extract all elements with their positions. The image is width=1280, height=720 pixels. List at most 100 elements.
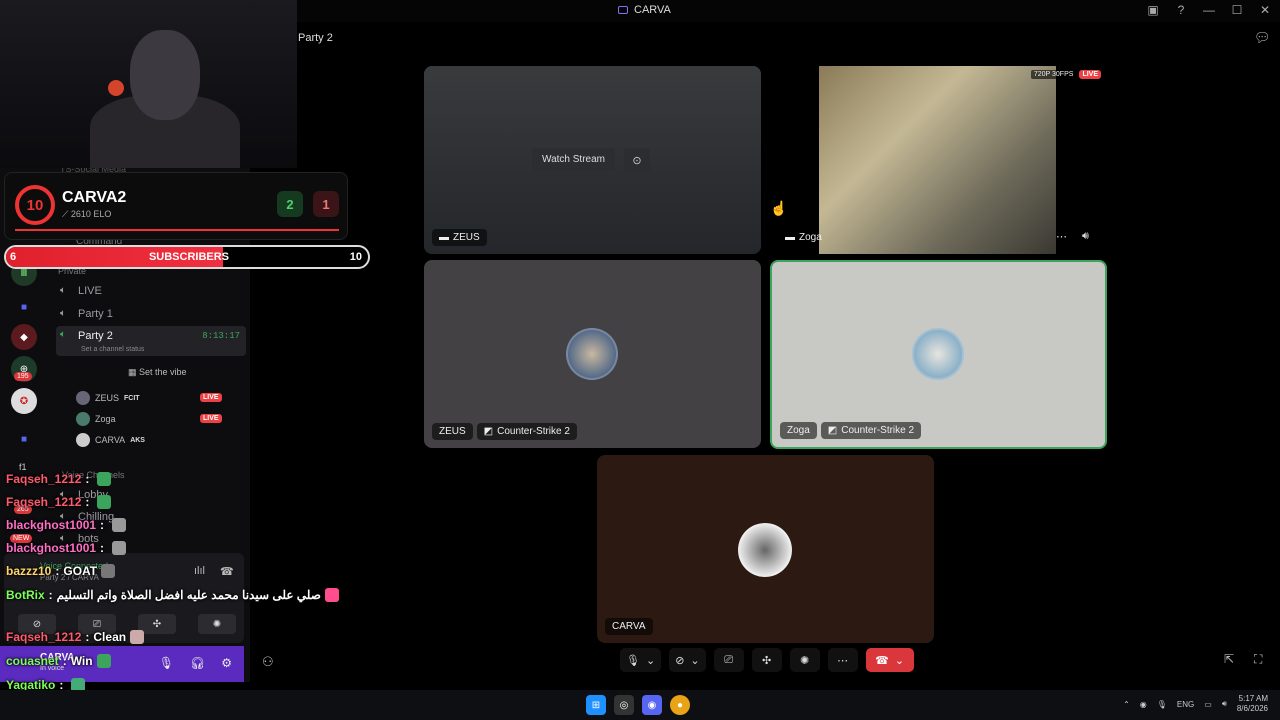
chrome-icon[interactable]: ●	[670, 695, 690, 715]
folder-icon[interactable]: ■	[11, 294, 37, 320]
taskbar-apps: ⊞ ◎ ◉ ●	[586, 695, 690, 715]
soundboard-icon: ✺	[800, 654, 810, 667]
activities-button[interactable]: ✣	[751, 648, 782, 672]
speaker-icon[interactable]: 🔊︎	[1222, 699, 1227, 709]
discord-logo-icon	[618, 6, 628, 14]
voice-member[interactable]: Zoga	[76, 410, 116, 428]
vibe-icon: ▦	[128, 367, 140, 377]
camera-tile-carva[interactable]: CARVA	[597, 455, 934, 643]
tile-label: ZEUS ◩ Counter-Strike 2	[432, 423, 577, 440]
volume-icon[interactable]: 🔊︎	[1082, 230, 1089, 243]
mute-button[interactable]: 🎙︎ ⌄	[620, 648, 662, 672]
chat-username[interactable]: blackghost1001	[6, 541, 96, 555]
chat-bubble-icon[interactable]: 💬︎	[1254, 30, 1271, 46]
add-friends-icon[interactable]: ⚇	[262, 654, 274, 670]
camera-tile-zeus[interactable]: ZEUS ◩ Counter-Strike 2	[424, 260, 761, 448]
emote-icon	[324, 588, 339, 602]
channel-live[interactable]: 🔈︎ LIVE	[56, 280, 246, 302]
participant-name: ZEUS	[432, 423, 473, 440]
chat-username[interactable]: couasnet	[6, 654, 59, 668]
soundboard-button[interactable]: ✺	[789, 648, 820, 672]
close-button[interactable]: ✕	[1258, 3, 1272, 17]
app-icon[interactable]: ◎	[614, 695, 634, 715]
chat-message: Faqseh_1212 :	[6, 495, 112, 509]
disconnect-icon[interactable]: ☎	[220, 565, 234, 578]
emote-icon	[97, 495, 112, 509]
watch-stream-button[interactable]: Watch Stream	[532, 148, 615, 171]
system-tray: ⌃ ◉ 🎙︎ ENG ▭ 🔊︎ 5:17 AM 8/6/2026	[1123, 694, 1268, 714]
chat-username[interactable]: BotRix	[6, 588, 45, 602]
stream-tile-zeus[interactable]: Watch Stream ⊙ ▬ ZEUS	[424, 66, 761, 254]
tile-label: Zoga ◩ Counter-Strike 2	[780, 422, 922, 439]
minimize-button[interactable]: —	[1202, 3, 1216, 17]
fullscreen-icon[interactable]: ⛶	[1254, 652, 1262, 667]
participant-name: ▬ ZEUS	[432, 229, 487, 246]
avatar	[566, 328, 618, 380]
share-screen-button[interactable]: ⎚	[713, 648, 744, 672]
folder-icon[interactable]: ■	[11, 426, 37, 452]
live-badge: LIVE	[200, 414, 222, 423]
faceit-name: CARVA2	[62, 189, 127, 206]
chat-username[interactable]: bazzz10	[6, 564, 51, 578]
chat-message: blackghost1001 :	[6, 541, 127, 555]
emote-icon	[97, 472, 112, 486]
set-vibe-button[interactable]: ▦ Set the vibe	[128, 367, 187, 378]
chat-username[interactable]: Faqseh_1212	[6, 495, 81, 509]
participant-name: ▬ Zoga	[778, 229, 829, 246]
signal-icon[interactable]: ılıl	[194, 565, 205, 577]
call-controls: 🎙︎ ⌄ ⊘ ⌄ ⎚ ✣ ✺ ⋯ ☎ ⌄	[620, 648, 914, 672]
avatar	[76, 412, 90, 426]
microphone-icon: 🎙︎	[626, 654, 640, 667]
participant-name-text: Zoga	[799, 232, 822, 243]
member-tag: FCIT	[124, 394, 140, 402]
settings-gear-icon[interactable]: ⚙	[221, 656, 232, 670]
maximize-button[interactable]: ☐	[1230, 3, 1244, 17]
participant-name: CARVA	[605, 618, 653, 635]
live-badge: LIVE	[1079, 70, 1101, 79]
server-icon[interactable]: ✪	[11, 388, 37, 414]
more-button[interactable]: ⋯	[827, 648, 858, 672]
windows-start-icon[interactable]: ⊞	[586, 695, 606, 715]
stream-resolution: 720P 30FPS	[1030, 70, 1077, 79]
watch-stream-icon[interactable]: ⊙	[624, 148, 650, 172]
chat-message: bazzz10 : GOAT	[6, 564, 116, 578]
voice-member[interactable]: ZEUS FCIT	[76, 389, 140, 407]
channel-party-2[interactable]: 🔈︎ Party 2 8:13:17 Set a channel status	[56, 326, 246, 356]
chat-username[interactable]: blackghost1001	[6, 518, 96, 532]
chat-username[interactable]: Faqseh_1212	[6, 472, 81, 486]
inbox-icon[interactable]: ▣	[1146, 3, 1160, 17]
game-name: Counter-Strike 2	[841, 425, 915, 436]
speaker-icon: 🔈︎	[60, 285, 66, 296]
participant-name: Zoga	[780, 422, 817, 439]
microphone-icon[interactable]: 🎙︎	[159, 656, 174, 670]
camera-tile-zoga[interactable]: Zoga ◩ Counter-Strike 2	[770, 260, 1107, 449]
chevron-up-icon[interactable]: ⌃	[1123, 700, 1130, 709]
tray-app-icon[interactable]: ◉	[1140, 700, 1147, 709]
channel-status[interactable]: Set a channel status	[81, 346, 144, 353]
chat-separator: :	[62, 654, 67, 668]
stream-tile-zoga[interactable]: 720P 30FPS LIVE ▬ Zoga ⋯ 🔊︎	[770, 66, 1107, 254]
microphone-icon[interactable]: 🎙︎	[1157, 700, 1167, 709]
clock[interactable]: 5:17 AM 8/6/2026	[1237, 694, 1268, 714]
headphones-icon[interactable]: 🎧︎	[190, 656, 205, 670]
disconnect-call-button[interactable]: ☎ ⌄	[865, 648, 914, 672]
chat-username[interactable]: Faqseh_1212	[6, 630, 81, 644]
soundboard-button[interactable]: ✺	[198, 614, 236, 634]
discord-icon[interactable]: ◉	[642, 695, 662, 715]
camera-button[interactable]: ⊘ ⌄	[669, 648, 706, 672]
network-icon[interactable]: ▭	[1204, 700, 1212, 709]
language-indicator[interactable]: ENG	[1177, 700, 1194, 709]
game-activity: ◩ Counter-Strike 2	[476, 423, 577, 440]
channel-party-1[interactable]: 🔈︎ Party 1	[56, 303, 246, 325]
more-options-icon[interactable]: ⋯	[1056, 230, 1067, 243]
avatar	[76, 391, 90, 405]
sub-label: SUBSCRIBERS	[148, 251, 230, 263]
share-screen-icon: ⎚	[724, 653, 734, 666]
windows-taskbar: ⊞ ◎ ◉ ● ⌃ ◉ 🎙︎ ENG ▭ 🔊︎ 5:17 AM 8/6/2026	[0, 690, 1280, 720]
participant-name-text: ZEUS	[453, 232, 480, 243]
popout-icon[interactable]: ⇱	[1224, 652, 1234, 666]
channel-label: Party 1	[78, 308, 113, 320]
voice-member[interactable]: CARVA AKS	[76, 431, 145, 449]
help-icon[interactable]: ?	[1174, 3, 1188, 17]
server-icon[interactable]: ◆	[11, 324, 37, 350]
